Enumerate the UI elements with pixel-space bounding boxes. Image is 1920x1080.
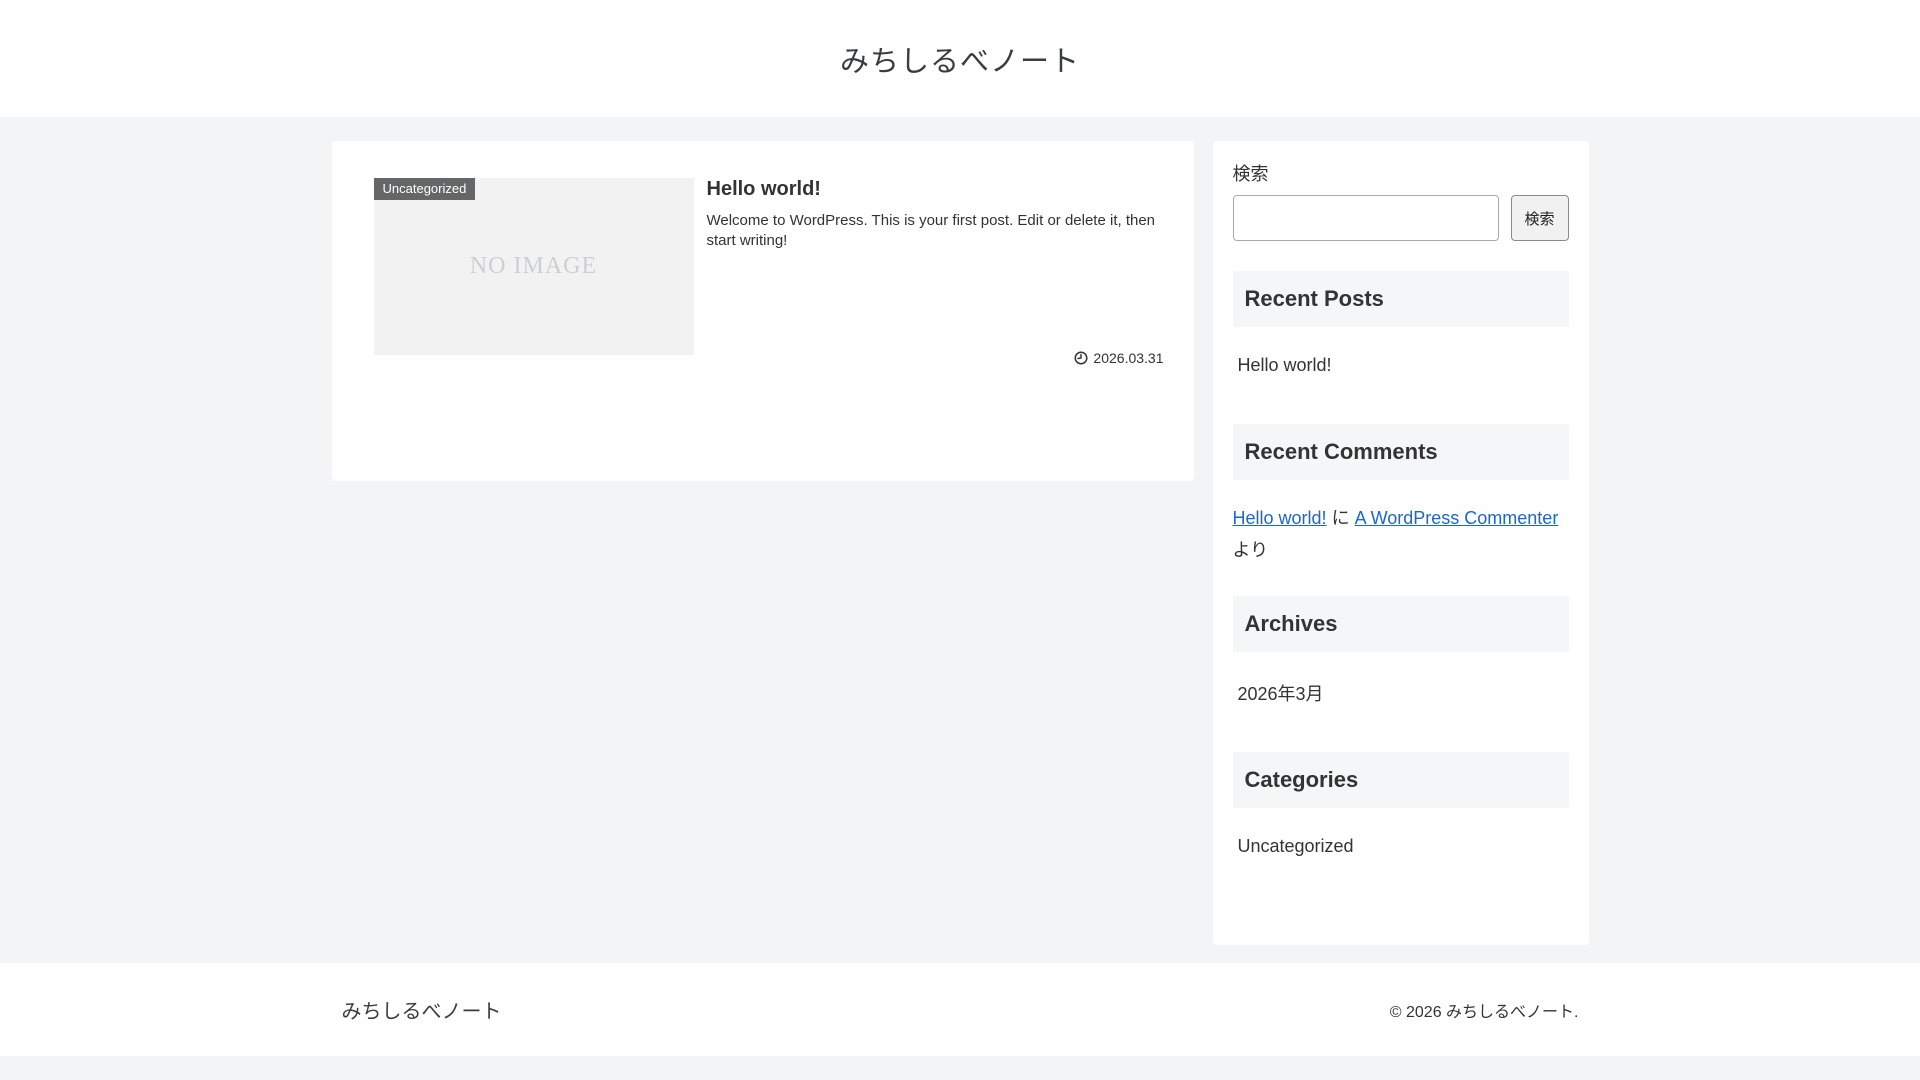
post-title[interactable]: Hello world! <box>707 178 1164 201</box>
search-label: 検索 <box>1232 164 1269 184</box>
footer-logo-link[interactable]: みちしるべノート <box>342 995 502 1024</box>
footer-inner: みちしるべノート © 2026 みちしるべノート. <box>332 995 1589 1024</box>
recent-post-item-link[interactable]: Hello world! <box>1233 355 1569 376</box>
recent-comment-item: Hello world! に A WordPress Commenter より <box>1233 502 1569 566</box>
archive-item-link[interactable]: 2026年3月 <box>1233 680 1569 706</box>
post-card-content: Hello world! Welcome to WordPress. This … <box>707 178 1164 368</box>
categories-widget: Categories Uncategorized <box>1232 752 1569 857</box>
post-list-card: NO IMAGE Uncategorized Hello world! Welc… <box>331 141 1194 481</box>
comment-connector: に <box>1331 508 1350 528</box>
clock-icon <box>1074 351 1088 365</box>
recent-posts-widget: Recent Posts Hello world! <box>1232 271 1569 376</box>
search-widget: 検索 検索 <box>1232 160 1569 241</box>
category-item-link[interactable]: Uncategorized <box>1233 836 1569 857</box>
comment-suffix: より <box>1232 540 1269 560</box>
site-header: みちしるべノート <box>0 0 1920 117</box>
footer-bottom-strip <box>0 1056 1920 1080</box>
recent-comments-heading: Recent Comments <box>1232 424 1569 480</box>
recent-posts-heading: Recent Posts <box>1232 271 1569 327</box>
search-row: 検索 <box>1232 195 1569 241</box>
content-container: NO IMAGE Uncategorized Hello world! Welc… <box>331 141 1589 945</box>
comment-post-link[interactable]: Hello world! <box>1233 508 1327 528</box>
no-image-placeholder: NO IMAGE <box>469 253 598 279</box>
archives-widget: Archives 2026年3月 <box>1232 596 1569 706</box>
post-excerpt: Welcome to WordPress. This is your first… <box>706 212 1156 249</box>
post-date-text: 2026.03.31 <box>1093 350 1164 366</box>
post-thumbnail: NO IMAGE Uncategorized <box>373 178 694 355</box>
site-footer: みちしるべノート © 2026 みちしるべノート. <box>0 963 1920 1056</box>
footer-copyright: © 2026 みちしるべノート. <box>1389 1003 1579 1021</box>
search-button[interactable]: 検索 <box>1510 195 1569 241</box>
comment-author-link[interactable]: A WordPress Commenter <box>1355 508 1559 528</box>
search-input[interactable] <box>1232 195 1499 241</box>
categories-heading: Categories <box>1232 752 1569 808</box>
category-badge: Uncategorized <box>373 178 476 200</box>
site-title-link[interactable]: みちしるべノート <box>840 38 1080 80</box>
post-card-link[interactable]: NO IMAGE Uncategorized Hello world! Welc… <box>373 178 1164 368</box>
recent-comments-widget: Recent Comments Hello world! に A WordPre… <box>1232 424 1569 566</box>
archives-heading: Archives <box>1232 596 1569 652</box>
sidebar: 検索 検索 Recent Posts Hello world! Recent C… <box>1212 141 1589 945</box>
main-area: NO IMAGE Uncategorized Hello world! Welc… <box>0 117 1920 963</box>
post-date: 2026.03.31 <box>1074 350 1164 366</box>
